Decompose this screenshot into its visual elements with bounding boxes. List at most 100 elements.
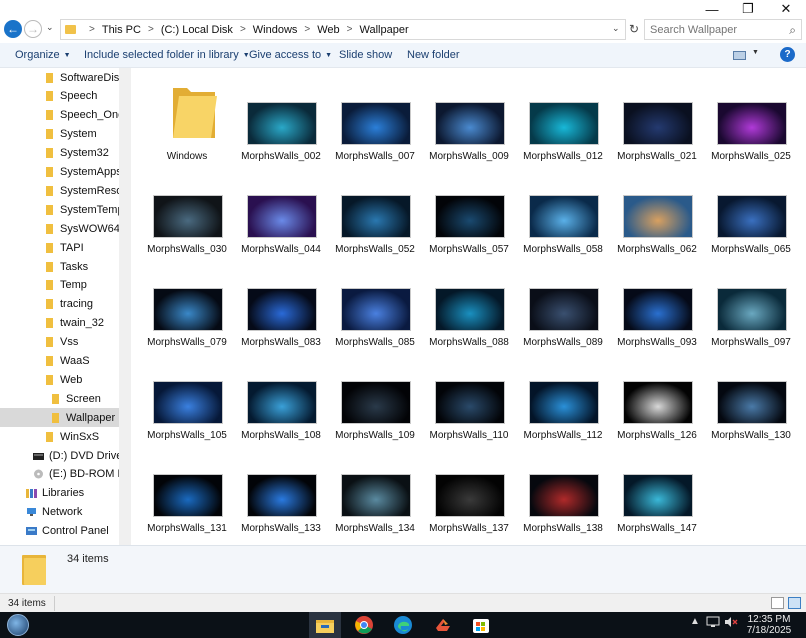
nav-item-speech[interactable]: Speech [0, 87, 119, 106]
nav-item-wallpaper[interactable]: Wallpaper [0, 408, 119, 428]
image-file-item[interactable]: MorphsWalls_009 [423, 68, 515, 162]
address-bar[interactable]: > This PC > (C:) Local Disk > Windows > … [60, 19, 626, 40]
image-file-item[interactable]: MorphsWalls_131 [141, 440, 233, 534]
image-file-item[interactable]: MorphsWalls_044 [235, 161, 327, 255]
minimize-button[interactable]: — [697, 0, 727, 18]
chevron-right-icon[interactable]: > [148, 24, 154, 35]
close-button[interactable]: ✕ [771, 0, 801, 18]
details-view-icon[interactable] [771, 597, 784, 609]
back-button[interactable]: ← [4, 20, 22, 38]
chevron-right-icon[interactable]: > [240, 24, 246, 35]
slide-show-button[interactable]: Slide show [339, 49, 392, 61]
image-file-item[interactable]: MorphsWalls_007 [329, 68, 421, 162]
chevron-right-icon[interactable]: > [304, 24, 310, 35]
file-explorer-icon[interactable] [315, 615, 335, 635]
edge-icon[interactable] [393, 615, 413, 635]
image-file-item[interactable]: MorphsWalls_062 [611, 161, 703, 255]
view-caret-down-icon[interactable]: ▼ [752, 49, 759, 56]
include-in-library-menu[interactable]: Include selected folder in library ▼ [84, 49, 250, 61]
image-file-item[interactable]: MorphsWalls_057 [423, 161, 515, 255]
nav-item-systemresour[interactable]: SystemResour [0, 181, 119, 200]
breadcrumb-this-pc[interactable]: This PC [102, 24, 141, 36]
image-file-item[interactable]: MorphsWalls_093 [611, 254, 703, 348]
image-file-item[interactable]: MorphsWalls_108 [235, 347, 327, 441]
search-icon[interactable]: ⌕ [789, 23, 796, 38]
nav-item-control-panel[interactable]: Control Panel [0, 522, 119, 541]
breadcrumb-web[interactable]: Web [317, 24, 339, 36]
chevron-right-icon[interactable]: > [347, 24, 353, 35]
image-file-item[interactable]: MorphsWalls_089 [517, 254, 609, 348]
help-button[interactable]: ? [780, 47, 795, 62]
refresh-button[interactable]: ↻ [627, 20, 641, 38]
image-file-item[interactable]: MorphsWalls_021 [611, 68, 703, 162]
nav-item-vss[interactable]: Vss [0, 333, 119, 352]
network-status-icon[interactable] [706, 616, 720, 631]
nav-item-speech-oneco[interactable]: Speech_OneCo [0, 106, 119, 125]
nav-item-screen[interactable]: Screen [0, 389, 119, 408]
nav-item-tasks[interactable]: Tasks [0, 257, 119, 276]
nav-item-tracing[interactable]: tracing [0, 295, 119, 314]
change-view-icon[interactable] [733, 51, 746, 60]
image-file-item[interactable]: MorphsWalls_138 [517, 440, 609, 534]
image-file-item[interactable]: MorphsWalls_052 [329, 161, 421, 255]
image-file-item[interactable]: MorphsWalls_088 [423, 254, 515, 348]
address-dropdown-chevron-icon[interactable]: ⌄ [612, 23, 620, 34]
image-file-item[interactable]: MorphsWalls_079 [141, 254, 233, 348]
nav-item-d-dvd-drive[interactable]: (D:) DVD Drive - [0, 446, 119, 465]
image-file-item[interactable]: MorphsWalls_126 [611, 347, 703, 441]
chevron-right-icon[interactable]: > [89, 24, 95, 35]
image-file-item[interactable]: MorphsWalls_130 [705, 347, 797, 441]
image-file-item[interactable]: MorphsWalls_112 [517, 347, 609, 441]
nav-item-syswow64[interactable]: SysWOW64 [0, 219, 119, 238]
image-file-item[interactable]: MorphsWalls_147 [611, 440, 703, 534]
system-clock[interactable]: 12:35 PM 7/18/2025 [744, 614, 794, 636]
chrome-icon[interactable] [354, 615, 374, 635]
image-file-item[interactable]: MorphsWalls_105 [141, 347, 233, 441]
image-file-item[interactable]: MorphsWalls_097 [705, 254, 797, 348]
search-input[interactable] [650, 23, 770, 36]
image-file-item[interactable]: MorphsWalls_083 [235, 254, 327, 348]
navigation-scrollbar[interactable]: ▲ ▼ [119, 68, 249, 545]
maximize-button[interactable]: ❐ [733, 0, 763, 18]
image-file-item[interactable]: MorphsWalls_025 [705, 68, 797, 162]
start-button-icon[interactable] [7, 614, 29, 636]
nav-item-twain-32[interactable]: twain_32 [0, 314, 119, 333]
breadcrumb-local-disk[interactable]: (C:) Local Disk [161, 24, 233, 36]
image-file-item[interactable]: MorphsWalls_134 [329, 440, 421, 534]
image-file-item[interactable]: MorphsWalls_058 [517, 161, 609, 255]
image-file-item[interactable]: MorphsWalls_085 [329, 254, 421, 348]
show-hidden-icons-button[interactable]: ▲ [690, 616, 700, 627]
nav-item-libraries[interactable]: Libraries [0, 484, 119, 503]
forward-button[interactable]: → [24, 20, 42, 38]
microsoft-store-icon[interactable] [471, 615, 491, 635]
nav-item-system[interactable]: System [0, 125, 119, 144]
volume-muted-icon[interactable] [724, 616, 738, 631]
nav-item-tapi[interactable]: TAPI [0, 238, 119, 257]
git-icon[interactable] [433, 615, 453, 635]
nav-item-systemapps[interactable]: SystemApps [0, 163, 119, 182]
nav-item-softwaredistri[interactable]: SoftwareDistri [0, 68, 119, 87]
nav-item-winsxs[interactable]: WinSxS [0, 427, 119, 446]
breadcrumb-windows[interactable]: Windows [253, 24, 298, 36]
image-file-item[interactable]: MorphsWalls_109 [329, 347, 421, 441]
image-file-item[interactable]: MorphsWalls_012 [517, 68, 609, 162]
image-file-item[interactable]: MorphsWalls_065 [705, 161, 797, 255]
search-box[interactable]: ⌕ [644, 19, 802, 40]
large-icons-view-icon[interactable] [788, 597, 801, 609]
nav-item-e-bd-rom-driv[interactable]: (E:) BD-ROM Driv [0, 465, 119, 484]
nav-item-temp[interactable]: Temp [0, 276, 119, 295]
image-file-item[interactable]: MorphsWalls_030 [141, 161, 233, 255]
image-file-item[interactable]: MorphsWalls_002 [235, 68, 327, 162]
image-file-item[interactable]: MorphsWalls_110 [423, 347, 515, 441]
give-access-menu[interactable]: Give access to ▼ [249, 49, 332, 61]
recent-locations-chevron-icon[interactable]: ⌄ [46, 22, 54, 33]
image-file-item[interactable]: MorphsWalls_137 [423, 440, 515, 534]
organize-menu[interactable]: Organize ▼ [15, 49, 71, 61]
nav-item-system32[interactable]: System32 [0, 144, 119, 163]
nav-item-waas[interactable]: WaaS [0, 352, 119, 371]
image-file-item[interactable]: MorphsWalls_133 [235, 440, 327, 534]
breadcrumb-wallpaper[interactable]: Wallpaper [360, 24, 409, 36]
nav-item-network[interactable]: Network [0, 503, 119, 522]
new-folder-button[interactable]: New folder [407, 49, 460, 61]
nav-item-web[interactable]: Web [0, 370, 119, 389]
